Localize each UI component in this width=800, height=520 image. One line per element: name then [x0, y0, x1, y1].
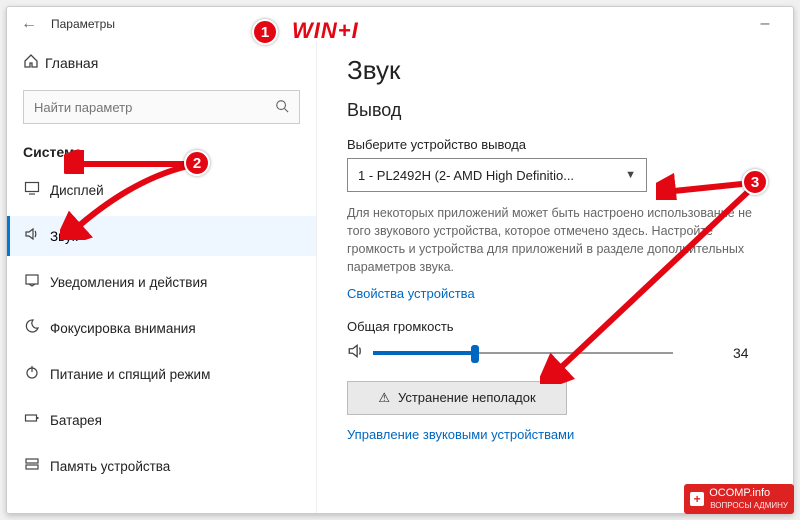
annotation-hotkey: WIN+I: [292, 18, 359, 44]
watermark: + OCOMP.info ВОПРОСЫ АДМИНУ: [684, 484, 794, 514]
sidebar-item-label: Фокусировка внимания: [50, 321, 196, 336]
storage-icon: [24, 456, 50, 476]
output-device-dropdown[interactable]: 1 - PL2492H (2- AMD High Definitio... ▼: [347, 158, 647, 192]
battery-icon: [24, 410, 50, 430]
output-device-selected: 1 - PL2492H (2- AMD High Definitio...: [358, 168, 625, 183]
sidebar-item-label: Память устройства: [50, 459, 170, 474]
troubleshoot-button[interactable]: ⚠ Устранение неполадок: [347, 381, 567, 415]
sidebar-item-notif[interactable]: Уведомления и действия: [7, 262, 316, 302]
sound-icon: [24, 226, 50, 246]
display-icon: [24, 180, 50, 200]
sidebar-item-storage[interactable]: Память устройства: [7, 446, 316, 486]
focus-icon: [24, 318, 50, 338]
annotation-badge-2: 2: [184, 150, 210, 176]
sidebar-item-power[interactable]: Питание и спящий режим: [7, 354, 316, 394]
settings-window: ← Параметры – Главная Система Дисплей Зву…: [6, 6, 794, 514]
home-icon: [23, 53, 45, 72]
warning-icon: ⚠: [378, 390, 390, 406]
sidebar-item-label: Звук: [50, 229, 78, 244]
chevron-down-icon: ▼: [625, 169, 636, 181]
volume-value: 34: [733, 345, 749, 361]
search-input[interactable]: [34, 100, 275, 115]
manage-devices-link[interactable]: Управление звуковыми устройствами: [347, 427, 574, 442]
annotation-badge-1: 1: [252, 19, 278, 45]
sidebar-home[interactable]: Главная: [7, 45, 316, 80]
sidebar-home-label: Главная: [45, 55, 98, 71]
watermark-brand: OCOMP: [709, 487, 749, 499]
titlebar: ← Параметры –: [7, 7, 793, 41]
device-properties-link[interactable]: Свойства устройства: [347, 286, 475, 301]
output-description: Для некоторых приложений может быть наст…: [347, 204, 757, 277]
watermark-sub: ВОПРОСЫ АДМИНУ: [710, 501, 788, 510]
sidebar-item-battery[interactable]: Батарея: [7, 400, 316, 440]
sidebar-section-label: Система: [7, 136, 316, 170]
speaker-icon[interactable]: [347, 342, 373, 365]
sidebar-item-sound[interactable]: Звук: [7, 216, 316, 256]
volume-row: 34: [347, 342, 763, 365]
troubleshoot-label: Устранение неполадок: [398, 390, 536, 405]
output-heading: Вывод: [347, 100, 763, 121]
sidebar-item-label: Уведомления и действия: [50, 275, 207, 290]
sidebar-item-display[interactable]: Дисплей: [7, 170, 316, 210]
sidebar-search[interactable]: [23, 90, 300, 124]
page-heading: Звук: [347, 55, 763, 86]
sidebar-item-focus[interactable]: Фокусировка внимания: [7, 308, 316, 348]
annotation-badge-3: 3: [742, 169, 768, 195]
back-button[interactable]: ←: [15, 15, 43, 33]
sidebar-item-label: Дисплей: [50, 183, 104, 198]
watermark-plus-icon: +: [690, 492, 704, 506]
minimize-button[interactable]: –: [745, 15, 785, 33]
power-icon: [24, 364, 50, 384]
search-icon: [275, 99, 289, 116]
watermark-tld: .info: [749, 487, 770, 499]
output-device-label: Выберите устройство вывода: [347, 137, 763, 152]
volume-slider[interactable]: [373, 343, 673, 363]
window-title: Параметры: [51, 17, 115, 31]
sidebar-item-label: Батарея: [50, 413, 102, 428]
sidebar-item-label: Питание и спящий режим: [50, 367, 210, 382]
content-pane: Звук Вывод Выберите устройство вывода 1 …: [317, 41, 793, 513]
master-volume-label: Общая громкость: [347, 319, 763, 334]
notif-icon: [24, 272, 50, 292]
sidebar: Главная Система Дисплей Звук Уведомления и…: [7, 41, 317, 513]
